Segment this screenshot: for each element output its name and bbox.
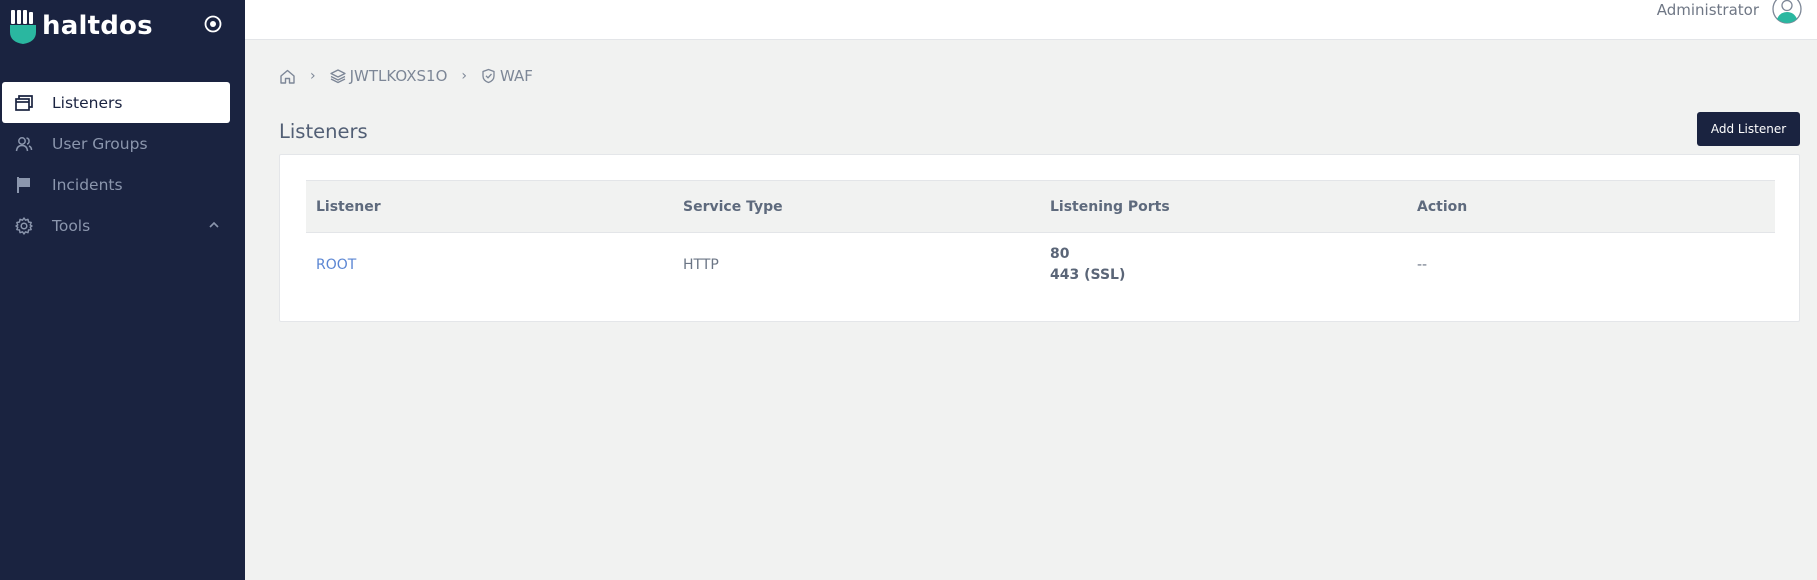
listener-link[interactable]: ROOT bbox=[306, 257, 673, 273]
breadcrumb-item-system[interactable]: JWTLKOXS1O bbox=[329, 67, 448, 85]
gear-icon bbox=[15, 216, 33, 235]
sidebar-item-label: Listeners bbox=[52, 93, 123, 112]
haltdos-logo-icon bbox=[10, 10, 36, 44]
column-header-listening-ports[interactable]: Listening Ports bbox=[1040, 199, 1407, 215]
port-value: 443 (SSL) bbox=[1050, 266, 1126, 283]
add-listener-button[interactable]: Add Listener bbox=[1697, 112, 1800, 146]
table-row: ROOT HTTP 80 443 (SSL) -- bbox=[306, 233, 1775, 296]
users-icon bbox=[15, 136, 33, 151]
avatar[interactable] bbox=[1772, 0, 1802, 24]
sidebar-item-label: User Groups bbox=[52, 134, 148, 153]
sidebar-item-label: Tools bbox=[52, 216, 91, 235]
breadcrumb-home[interactable] bbox=[279, 68, 296, 85]
brand-logo[interactable]: haltdos bbox=[8, 6, 153, 46]
top-bar: Administrator bbox=[245, 0, 1817, 40]
layers-icon bbox=[329, 69, 346, 84]
breadcrumb-label: JWTLKOXS1O bbox=[349, 67, 448, 85]
service-type-cell: HTTP bbox=[683, 256, 719, 273]
breadcrumb-label: WAF bbox=[500, 67, 533, 85]
sidebar-item-label: Incidents bbox=[52, 175, 123, 194]
windows-icon bbox=[15, 94, 33, 111]
chevron-up-icon[interactable] bbox=[207, 218, 221, 232]
sidebar-toggle-icon[interactable] bbox=[203, 14, 223, 34]
home-icon bbox=[280, 69, 295, 84]
column-header-listener[interactable]: Listener bbox=[306, 199, 673, 215]
listeners-table: Listener Service Type Listening Ports Ac… bbox=[306, 180, 1775, 296]
listeners-card: Listener Service Type Listening Ports Ac… bbox=[279, 154, 1800, 322]
sidebar-item-user-groups[interactable]: User Groups bbox=[0, 123, 245, 164]
flag-icon bbox=[17, 176, 30, 193]
breadcrumb-separator: › bbox=[461, 68, 468, 84]
port-value: 80 bbox=[1050, 245, 1070, 262]
brand-name: haltdos bbox=[42, 11, 153, 41]
sidebar-item-listeners[interactable]: Listeners bbox=[2, 82, 230, 123]
table-header: Listener Service Type Listening Ports Ac… bbox=[306, 180, 1775, 233]
column-header-service-type[interactable]: Service Type bbox=[673, 199, 1040, 215]
sidebar-nav: Listeners User Groups Incidents Tools bbox=[0, 82, 245, 246]
sidebar: haltdos Listeners User Groups Incidents … bbox=[0, 0, 245, 580]
breadcrumb: › JWTLKOXS1O › WAF bbox=[279, 67, 533, 85]
action-cell: -- bbox=[1417, 256, 1428, 273]
shield-icon bbox=[482, 68, 495, 84]
page-title: Listeners bbox=[279, 120, 368, 143]
user-name[interactable]: Administrator bbox=[1657, 1, 1759, 19]
sidebar-item-tools[interactable]: Tools bbox=[0, 205, 245, 246]
breadcrumb-separator: › bbox=[310, 68, 316, 84]
breadcrumb-item-waf[interactable]: WAF bbox=[481, 67, 533, 85]
sidebar-item-incidents[interactable]: Incidents bbox=[0, 164, 245, 205]
listening-ports-cell: 80 443 (SSL) bbox=[1040, 244, 1407, 286]
column-header-action: Action bbox=[1417, 198, 1468, 215]
